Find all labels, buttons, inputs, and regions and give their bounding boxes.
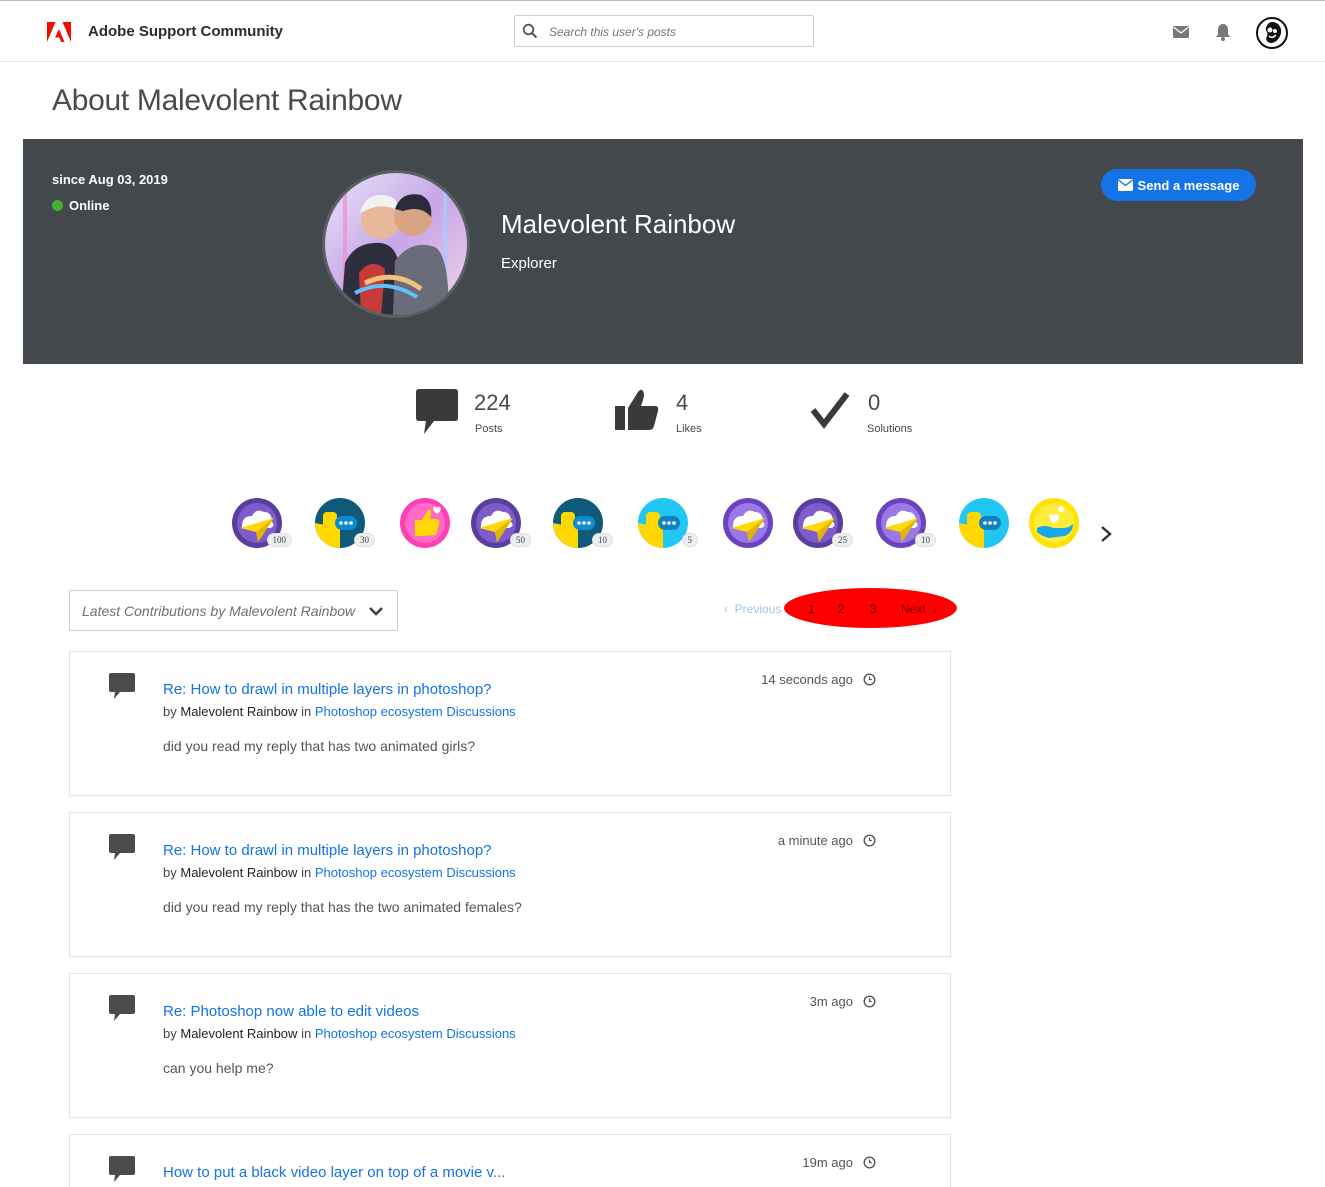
badge-paper-plane-icon[interactable]: 10 bbox=[876, 498, 936, 548]
contribution-excerpt: did you read my reply that has two anima… bbox=[163, 738, 476, 754]
clock-icon bbox=[863, 834, 876, 847]
search-box[interactable] bbox=[514, 15, 814, 47]
send-message-label: Send a message bbox=[1137, 177, 1240, 193]
author-link[interactable]: Malevolent Rainbow bbox=[180, 704, 297, 719]
filter-label: Latest Contributions by Malevolent Rainb… bbox=[82, 603, 356, 619]
contribution-item: Re: Photoshop now able to edit videos by… bbox=[69, 973, 951, 1118]
author-link[interactable]: Malevolent Rainbow bbox=[180, 1026, 297, 1041]
contribution-excerpt: can you help me? bbox=[163, 1060, 274, 1076]
contribution-timestamp: a minute ago bbox=[777, 833, 853, 848]
contributions-filter-dropdown[interactable]: Latest Contributions by Malevolent Rainb… bbox=[69, 590, 398, 631]
speech-bubble-icon bbox=[416, 389, 458, 434]
solutions-label: Solutions bbox=[867, 423, 913, 435]
pagination-page-1[interactable]: 1 bbox=[808, 602, 815, 616]
bell-icon[interactable] bbox=[1215, 23, 1231, 41]
pagination-page-3[interactable]: 3 bbox=[870, 602, 877, 616]
contribution-title-link[interactable]: Re: How to drawl in multiple layers in p… bbox=[163, 842, 492, 859]
posts-label: Posts bbox=[475, 423, 503, 435]
envelope-icon bbox=[1117, 179, 1133, 191]
contribution-title-link[interactable]: Re: Photoshop now able to edit videos bbox=[163, 1003, 419, 1020]
solutions-count: 0 bbox=[868, 390, 881, 415]
chevron-right-icon[interactable] bbox=[1099, 524, 1113, 544]
online-status: Online bbox=[52, 198, 109, 213]
page-title: About Malevolent Rainbow bbox=[52, 84, 402, 117]
profile-avatar bbox=[322, 170, 470, 318]
user-avatar[interactable] bbox=[1256, 17, 1288, 49]
clock-icon bbox=[863, 1156, 876, 1169]
top-navigation-bar: Adobe Support Community bbox=[0, 0, 1325, 62]
badge-helping-hand-icon[interactable] bbox=[1029, 498, 1079, 548]
contribution-item: Re: How to drawl in multiple layers in p… bbox=[69, 812, 951, 957]
badge-paper-plane-icon[interactable]: 100 bbox=[232, 498, 292, 548]
posts-count: 224 bbox=[474, 390, 511, 415]
author-link[interactable]: Malevolent Rainbow bbox=[180, 865, 297, 880]
contribution-timestamp: 14 seconds ago bbox=[761, 672, 853, 687]
contribution-byline: by Malevolent Rainbow in Photoshop ecosy… bbox=[163, 865, 516, 880]
badge-count: 10 bbox=[915, 533, 936, 547]
contribution-item: Re: How to drawl in multiple layers in p… bbox=[69, 651, 951, 796]
contribution-byline: by Malevolent Rainbow in Photoshop ecosy… bbox=[163, 704, 516, 719]
profile-banner: since Aug 03, 2019 Online Malevolent Rai… bbox=[23, 139, 1303, 364]
member-since: since Aug 03, 2019 bbox=[52, 172, 168, 187]
search-icon[interactable] bbox=[522, 23, 538, 39]
contribution-title-link[interactable]: Re: How to drawl in multiple layers in p… bbox=[163, 681, 492, 698]
contribution-byline: by Malevolent Rainbow in Photoshop ecosy… bbox=[163, 1026, 516, 1041]
badge-count: 10 bbox=[592, 533, 613, 547]
contribution-timestamp: 3m ago bbox=[809, 994, 853, 1009]
contribution-title-link[interactable]: How to put a black video layer on top of… bbox=[163, 1164, 505, 1181]
badge-paper-plane-icon[interactable] bbox=[723, 498, 773, 548]
badge-chat-bubble-icon[interactable]: 30 bbox=[315, 498, 375, 548]
speech-bubble-icon bbox=[109, 1156, 135, 1182]
mail-icon[interactable] bbox=[1173, 25, 1189, 39]
pagination-page-2[interactable]: 2 bbox=[838, 602, 845, 616]
badge-thumbs-up-heart-icon[interactable] bbox=[400, 498, 450, 548]
contribution-item: How to put a black video layer on top of… bbox=[69, 1134, 951, 1187]
badge-count: 5 bbox=[681, 533, 698, 547]
speech-bubble-icon bbox=[109, 995, 135, 1021]
speech-bubble-icon bbox=[109, 673, 135, 699]
site-brand[interactable]: Adobe Support Community bbox=[88, 23, 283, 40]
profile-username: Malevolent Rainbow bbox=[501, 209, 736, 239]
clock-icon bbox=[863, 673, 876, 686]
badge-chat-bubble-icon[interactable]: 5 bbox=[638, 498, 698, 548]
likes-label: Likes bbox=[676, 423, 702, 435]
badge-chat-bubble-icon[interactable]: 10 bbox=[553, 498, 613, 548]
pagination-next[interactable]: Next › bbox=[901, 602, 936, 616]
board-link[interactable]: Photoshop ecosystem Discussions bbox=[315, 865, 516, 880]
board-link[interactable]: Photoshop ecosystem Discussions bbox=[315, 704, 516, 719]
badge-paper-plane-icon[interactable]: 50 bbox=[471, 498, 531, 548]
online-status-label: Online bbox=[69, 198, 110, 213]
chevron-down-icon bbox=[369, 607, 383, 616]
speech-bubble-icon bbox=[109, 834, 135, 860]
board-link[interactable]: Photoshop ecosystem Discussions bbox=[315, 1026, 516, 1041]
contribution-timestamp: 19m ago bbox=[802, 1155, 853, 1170]
badge-count: 50 bbox=[510, 533, 531, 547]
badge-chat-bubble-icon[interactable] bbox=[959, 498, 1009, 548]
contribution-excerpt: did you read my reply that has the two a… bbox=[163, 899, 522, 915]
checkmark-icon bbox=[810, 392, 850, 429]
badge-paper-plane-icon[interactable]: 25 bbox=[793, 498, 853, 548]
pagination-previous[interactable]: ‹ Previous bbox=[724, 602, 781, 616]
badge-count: 25 bbox=[832, 533, 853, 547]
clock-icon bbox=[863, 995, 876, 1008]
thumbs-up-icon bbox=[615, 389, 659, 430]
online-dot-icon bbox=[52, 200, 63, 211]
badge-count: 30 bbox=[354, 533, 375, 547]
adobe-logo-icon[interactable] bbox=[47, 22, 71, 42]
profile-rank: Explorer bbox=[501, 255, 557, 272]
badge-count: 100 bbox=[266, 533, 292, 547]
likes-count: 4 bbox=[676, 390, 689, 415]
search-input[interactable] bbox=[549, 22, 804, 42]
send-message-button[interactable]: Send a message bbox=[1101, 169, 1256, 201]
